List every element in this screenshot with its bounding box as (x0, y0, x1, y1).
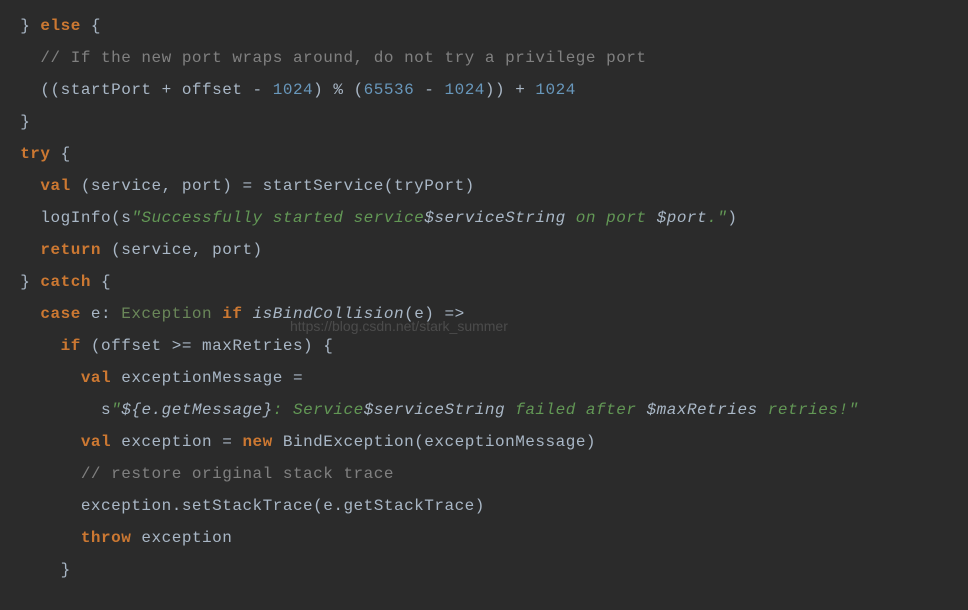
code-line: } catch { (0, 273, 111, 291)
code-line: s"${e.getMessage}: Service$serviceString… (0, 401, 859, 419)
code-editor[interactable]: } else { // If the new port wraps around… (0, 10, 968, 586)
code-line: ((startPort + offset - 1024) % (65536 - … (0, 81, 576, 99)
code-line: } else { (0, 17, 101, 35)
code-line: val (service, port) = startService(tryPo… (0, 177, 475, 195)
code-line: try { (0, 145, 71, 163)
code-line: val exception = new BindException(except… (0, 433, 596, 451)
code-line: val exceptionMessage = (0, 369, 303, 387)
code-line: } (0, 113, 30, 131)
code-line: logInfo(s"Successfully started service$s… (0, 209, 737, 227)
code-line: // If the new port wraps around, do not … (0, 49, 647, 67)
code-line: if (offset >= maxRetries) { (0, 337, 333, 355)
code-line: exception.setStackTrace(e.getStackTrace) (0, 497, 485, 515)
code-line: return (service, port) (0, 241, 263, 259)
code-line: case e: Exception if isBindCollision(e) … (0, 305, 465, 323)
code-line: // restore original stack trace (0, 465, 394, 483)
code-line: } (0, 561, 71, 579)
code-line: throw exception (0, 529, 232, 547)
